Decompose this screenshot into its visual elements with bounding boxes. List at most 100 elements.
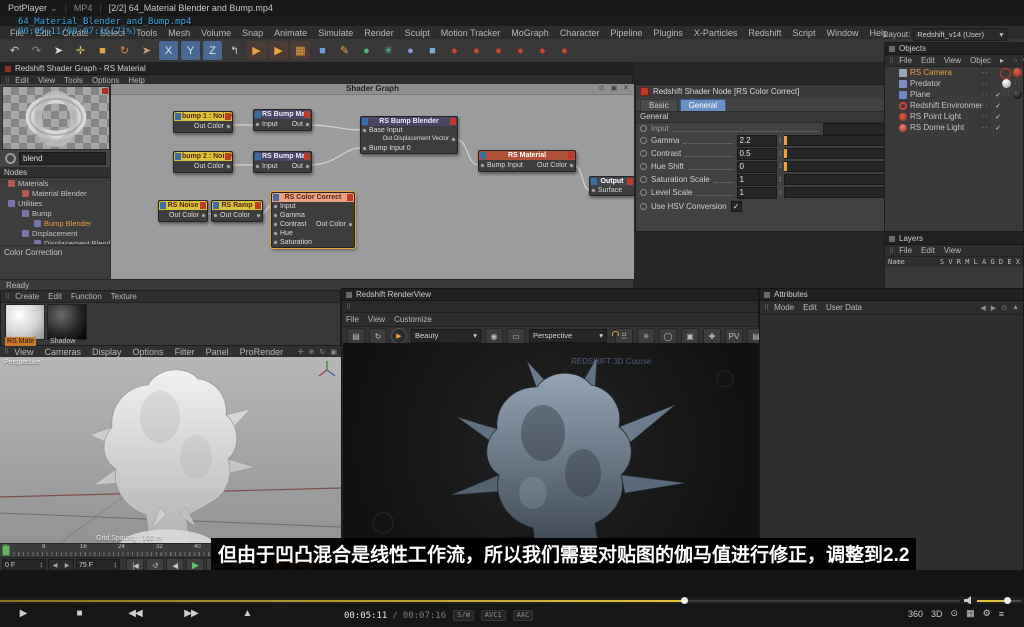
object-row-predator[interactable]: Predator ·· ⸬ (885, 78, 1023, 89)
menu-item[interactable]: View (14, 347, 33, 357)
volume-tool-icon[interactable]: ■ (423, 41, 442, 60)
menu-item[interactable]: Volume (201, 28, 231, 38)
hsv-checkbox[interactable]: ✓ (731, 201, 742, 212)
port-dot-icon[interactable] (640, 150, 647, 157)
volume-handle[interactable] (1004, 597, 1011, 604)
node-rs-noise[interactable]: RS Noise Out Color (158, 200, 208, 222)
add-icon[interactable]: ✚ (703, 328, 721, 344)
shader-graph-tab[interactable]: Shader Graph (111, 84, 634, 95)
in-port[interactable] (362, 128, 367, 133)
node-bump1-noise[interactable]: bump 1 : Noise Out Color (173, 111, 233, 133)
menu-item[interactable]: Render (364, 28, 394, 38)
menu-item[interactable]: Script (792, 28, 815, 38)
tree-materials[interactable]: Materials (0, 178, 110, 188)
port-dot-icon[interactable] (640, 125, 647, 132)
z-axis-icon[interactable]: Z (203, 41, 222, 60)
tag-icon[interactable]: ⸬ (1013, 79, 1022, 88)
spinner-icon[interactable]: ↕ (779, 189, 783, 196)
crop-icon[interactable]: ▭ (507, 328, 525, 344)
render-camera-dropdown[interactable]: Perspective ▾ (529, 329, 607, 343)
menu-item[interactable]: Texture (111, 292, 137, 301)
tree-bump-blender[interactable]: Bump Blender (0, 218, 110, 228)
tree-bump[interactable]: Bump (0, 208, 110, 218)
sphere-tool-icon[interactable]: ● (357, 41, 376, 60)
menu-item[interactable]: Snap (242, 28, 263, 38)
menu-item[interactable]: Display (92, 347, 122, 357)
home-icon[interactable]: ⌂ (1013, 57, 1017, 64)
pan-view-icon[interactable]: ✛ (298, 348, 304, 356)
menu-item[interactable]: Redshift (748, 28, 781, 38)
app-name[interactable]: PotPlayer (8, 3, 47, 13)
spinner-icon[interactable]: ↕ (779, 150, 783, 157)
port-dot-icon[interactable] (640, 176, 647, 183)
menu-item[interactable]: Create (15, 292, 39, 301)
redo-icon[interactable]: ↷ (27, 41, 46, 60)
vr-360-icon[interactable]: 360 (908, 609, 923, 619)
rotate-view-icon[interactable]: ↻ (320, 348, 326, 356)
value-slider[interactable] (784, 174, 896, 185)
last-used-tool-icon[interactable]: ➤ (137, 41, 156, 60)
value-field[interactable]: 2.2 (737, 135, 777, 147)
value-slider[interactable] (784, 187, 896, 198)
redshift-object-icon[interactable]: ● (467, 41, 486, 60)
scale-tool-icon[interactable]: ■ (93, 41, 112, 60)
node-output[interactable]: Output Surface (589, 176, 634, 196)
menu-item[interactable]: Pipeline (610, 28, 642, 38)
toggle-view-icon[interactable]: ▣ (330, 348, 337, 356)
material-thumb[interactable] (1013, 68, 1022, 77)
material-label[interactable]: Shadow (48, 337, 77, 346)
tree-utilities[interactable]: Utilities (0, 198, 110, 208)
player-titlebar[interactable]: PotPlayer ⌄ | MP4 | [2/2] 64_Material Bl… (0, 0, 1024, 16)
in-port[interactable] (273, 204, 278, 209)
menu-item[interactable]: Edit (803, 303, 817, 312)
3d-icon[interactable]: 3D (931, 609, 943, 619)
object-row-redshift-environment[interactable]: Redshift Environment ·· ✓ (885, 100, 1023, 111)
out-port[interactable] (305, 122, 310, 127)
node-bump-map-1[interactable]: RS Bump Map InputOut (253, 109, 312, 131)
viewport-view[interactable]: Perspective Grid Spacing : 100 m (0, 357, 341, 543)
enabled-check[interactable]: ✓ (995, 91, 1001, 99)
menu-item[interactable]: MoGraph (511, 28, 549, 38)
grip-icon[interactable]: ⠿ (346, 303, 351, 311)
shader-graph-titlebar[interactable]: Redshift Shader Graph - RS Material (1, 63, 632, 75)
settings-gear-icon[interactable]: ⚙ (983, 608, 991, 619)
render-view-icon[interactable]: ▶ (247, 41, 266, 60)
enabled-check[interactable]: ✓ (995, 102, 1001, 110)
menu-item[interactable]: ProRender (240, 347, 284, 357)
menu-item[interactable]: Objec (970, 56, 991, 65)
object-row-rs-camera[interactable]: RS Camera ·· (885, 67, 1023, 78)
menu-item[interactable]: User Data (826, 303, 862, 312)
object-row-plane[interactable]: Plane ·· ✓ ⸬ (885, 89, 1023, 100)
value-field[interactable]: 0 (737, 161, 777, 173)
in-port[interactable] (255, 122, 260, 127)
out-port[interactable] (305, 164, 310, 169)
port-dot-icon[interactable] (640, 203, 647, 210)
menu-item[interactable]: Motion Tracker (441, 28, 501, 38)
node-rs-material[interactable]: RS Material Bump InputOut Color (478, 150, 576, 172)
menu-item[interactable]: File (899, 56, 912, 65)
x-axis-icon[interactable]: X (159, 41, 178, 60)
menu-item[interactable]: Simulate (318, 28, 353, 38)
grip-icon[interactable]: ⠿ (889, 247, 894, 255)
restart-render-icon[interactable]: ↻ (369, 328, 387, 344)
menu-item[interactable]: Character (560, 28, 600, 38)
snapshot-icon[interactable]: ✳ (637, 328, 655, 344)
redshift-object-icon[interactable]: ● (533, 41, 552, 60)
canvas-corner-icons[interactable]: ⊙ ▣ ✕ (599, 84, 631, 92)
screen-capture-icon[interactable]: ▦ (966, 608, 975, 619)
value-slider[interactable] (784, 161, 896, 172)
redshift-object-icon[interactable]: ● (555, 41, 574, 60)
value-field[interactable]: 1 (737, 174, 777, 186)
grip-icon[interactable]: ⠿ (764, 304, 769, 312)
grip-icon[interactable]: ⠿ (4, 348, 9, 356)
in-port[interactable] (255, 164, 260, 169)
in-port[interactable] (273, 213, 278, 218)
y-axis-icon[interactable]: Y (181, 41, 200, 60)
out-port[interactable] (348, 222, 353, 227)
out-port[interactable] (226, 124, 231, 129)
in-port[interactable] (213, 213, 218, 218)
region-icon[interactable]: ◯ (659, 328, 677, 344)
menu-item[interactable]: Edit (48, 292, 62, 301)
object-row-rs-point-light[interactable]: RS Point Light ·· ✓ (885, 111, 1023, 122)
next-button[interactable]: ▶▶ (176, 608, 206, 619)
